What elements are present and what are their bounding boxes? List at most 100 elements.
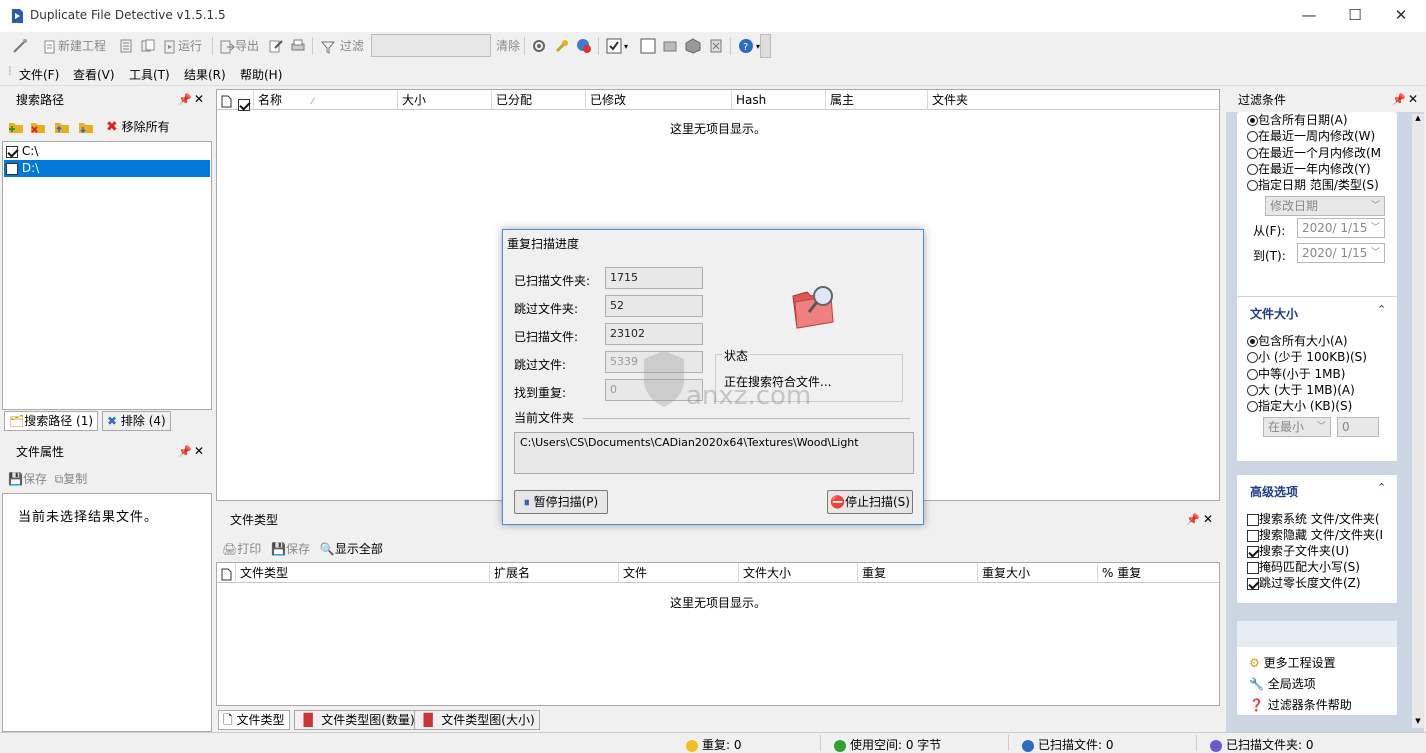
menu-file[interactable]: 文件(F)	[19, 66, 59, 83]
delete-files-icon[interactable]	[708, 38, 724, 54]
path-item[interactable]: C:\	[4, 143, 210, 160]
pin-icon[interactable]: 📌	[1392, 93, 1406, 106]
col-dup-percent[interactable]: % 重复	[1097, 563, 1217, 583]
pin-icon[interactable]: 📌	[178, 93, 192, 106]
adv-opt-hidden[interactable]: 搜索隐藏 文件/文件夹(I	[1247, 527, 1383, 543]
radio[interactable]	[1247, 164, 1258, 175]
wrench-icon[interactable]	[554, 38, 570, 54]
col-files[interactable]: 文件	[618, 563, 738, 583]
to-date-picker[interactable]: 2020/ 1/15 ﹀	[1297, 243, 1385, 263]
size-opt-all[interactable]: 包含所有大小(A)	[1247, 333, 1348, 349]
clear-filter-button[interactable]: 清除	[496, 37, 520, 55]
col-dups[interactable]: 重复	[857, 563, 977, 583]
open-project-icon[interactable]	[118, 38, 134, 54]
col-filesize[interactable]: 文件大小	[738, 563, 858, 583]
edit-icon[interactable]	[268, 38, 284, 54]
checkbox[interactable]	[1247, 529, 1259, 542]
adv-opt-subfolders[interactable]: 搜索子文件夹(U)	[1247, 543, 1349, 559]
col-dupsize[interactable]: 重复大小	[977, 563, 1097, 583]
new-project-button[interactable]: 新建工程	[42, 37, 106, 55]
globe-search-icon[interactable]	[576, 38, 592, 54]
filter-help-link[interactable]: ❓ 过滤器条件帮助	[1249, 697, 1352, 713]
check-dropdown-icon[interactable]: ▾	[624, 42, 628, 51]
col-allocated[interactable]: 已分配	[491, 90, 585, 110]
size-opt-medium[interactable]: 中等(小于 1MB)	[1247, 366, 1345, 382]
tab-filetypes-count-chart[interactable]: ▐▌ 文件类型图(数量)	[294, 710, 420, 730]
minimize-button[interactable]: —	[1286, 0, 1332, 32]
radio[interactable]	[1247, 401, 1258, 412]
remove-all-button[interactable]: ✖ 移除所有	[106, 118, 170, 135]
collapse-icon[interactable]: ⌃	[1377, 303, 1386, 316]
move-files-icon[interactable]	[662, 38, 678, 54]
radio[interactable]	[1247, 180, 1258, 191]
checkbox[interactable]	[1247, 545, 1259, 558]
size-value-input[interactable]: 0	[1337, 417, 1379, 437]
panel-close-icon[interactable]: ✕	[194, 92, 204, 106]
adv-opt-case[interactable]: 掩码匹配大小写(S)	[1247, 559, 1360, 575]
date-opt-all[interactable]: 包含所有日期(A)	[1247, 112, 1348, 128]
col-filetype[interactable]: 文件类型	[235, 563, 491, 583]
size-opt-small[interactable]: 小 (少于 100KB)(S)	[1247, 349, 1367, 365]
print-icon[interactable]	[290, 38, 306, 54]
collapse-icon[interactable]: ⌃	[1377, 481, 1386, 494]
tab-filetypes[interactable]: 🗋 文件类型	[218, 710, 290, 730]
scroll-down-icon[interactable]: ▼	[1412, 717, 1424, 725]
panel-close-icon[interactable]: ✕	[194, 444, 204, 458]
size-unit-select[interactable]: 在最小 ﹀	[1263, 417, 1331, 437]
help-icon[interactable]: ?	[738, 38, 754, 54]
menu-help[interactable]: 帮助(H)	[240, 66, 282, 83]
menu-view[interactable]: 查看(V)	[73, 66, 115, 83]
panel-close-icon[interactable]: ✕	[1408, 92, 1418, 106]
cube-icon[interactable]	[685, 38, 701, 54]
path-item[interactable]: D:\	[4, 160, 210, 177]
tab-filetypes-size-chart[interactable]: ▐▌ 文件类型图(大小)	[414, 710, 540, 730]
tab-exclude[interactable]: ✖ 排除 (4)	[102, 411, 171, 431]
more-project-settings-link[interactable]: ⚙ 更多工程设置	[1249, 655, 1336, 671]
checkbox[interactable]	[1247, 561, 1259, 574]
from-date-picker[interactable]: 2020/ 1/15 ﹀	[1297, 218, 1385, 238]
stop-scan-button[interactable]: ⛔停止扫描(S)	[827, 490, 913, 514]
scroll-up-icon[interactable]: ▲	[1412, 114, 1424, 122]
col-folder[interactable]: 文件夹	[927, 90, 1219, 110]
date-opt-week[interactable]: 在最近一周内修改(W)	[1247, 128, 1375, 144]
close-button[interactable]: ✕	[1378, 0, 1424, 32]
export-button[interactable]: 导出	[219, 37, 259, 55]
radio[interactable]	[1247, 369, 1258, 380]
radio[interactable]	[1247, 336, 1258, 347]
gear-icon[interactable]	[531, 38, 547, 54]
col-size[interactable]: 大小	[397, 90, 491, 110]
filter-scrollbar[interactable]: ▲ ▼	[1412, 114, 1424, 728]
col-extension[interactable]: 扩展名	[489, 563, 619, 583]
check-all-icon[interactable]	[606, 38, 622, 54]
uncheck-all-icon[interactable]	[640, 38, 656, 54]
radio[interactable]	[1247, 148, 1258, 159]
col-owner[interactable]: 属主	[825, 90, 929, 110]
save-button[interactable]: 💾保存	[271, 542, 310, 556]
copy-props-button[interactable]: ⧉复制	[55, 472, 88, 486]
checkbox[interactable]	[1247, 513, 1259, 526]
toolbar-overflow[interactable]	[760, 34, 771, 58]
global-options-link[interactable]: 🔧 全局选项	[1249, 676, 1316, 692]
radio[interactable]	[1247, 352, 1258, 363]
path-checkbox[interactable]	[6, 145, 18, 158]
filter-input[interactable]	[371, 34, 491, 57]
adv-opt-zero[interactable]: 跳过零长度文件(Z)	[1247, 575, 1361, 591]
col-modified[interactable]: 已修改	[585, 90, 731, 110]
date-type-select[interactable]: 修改日期 ﹀	[1265, 196, 1385, 216]
date-opt-range[interactable]: 指定日期 范围/类型(S)	[1247, 177, 1379, 193]
save-project-icon[interactable]	[140, 38, 156, 54]
adv-opt-system[interactable]: 搜索系统 文件/文件夹(	[1247, 511, 1380, 527]
remove-folder-icon[interactable]	[30, 119, 46, 135]
pin-icon[interactable]: 📌	[178, 445, 192, 458]
size-opt-large[interactable]: 大 (大于 1MB)(A)	[1247, 382, 1355, 398]
col-name[interactable]: 名称 ⁄	[253, 90, 399, 110]
radio[interactable]	[1247, 131, 1258, 142]
wizard-icon[interactable]	[12, 38, 28, 54]
col-hash[interactable]: Hash	[731, 90, 825, 110]
save-props-button[interactable]: 💾保存	[8, 472, 47, 486]
checkbox[interactable]	[1247, 577, 1259, 590]
folder-down-icon[interactable]	[78, 119, 94, 135]
pause-scan-button[interactable]: ⏸ 暂停扫描(P)	[514, 490, 608, 514]
menu-results[interactable]: 结果(R)	[184, 66, 226, 83]
folder-up-icon[interactable]	[54, 119, 70, 135]
